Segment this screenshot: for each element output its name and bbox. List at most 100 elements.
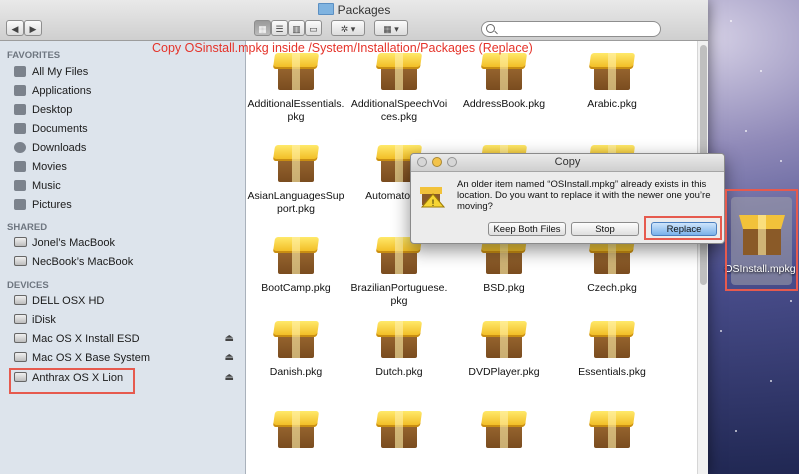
coverflow-view-button[interactable]: ▭ — [305, 20, 322, 36]
column-view-button[interactable]: ▥ — [288, 20, 305, 36]
dialog-message: An older item named “OSInstall.mpkg” alr… — [457, 179, 711, 212]
search-input[interactable] — [481, 21, 661, 37]
favorites-header: FAVORITES — [7, 50, 61, 61]
sidebar-item-necbooks-macbook[interactable]: NecBook’s MacBook — [14, 253, 240, 271]
sidebar-item-jonels-macbook[interactable]: Jonel’s MacBook — [14, 234, 240, 252]
package-icon — [588, 51, 636, 91]
file-item[interactable]: Dutch.pkg — [349, 319, 449, 379]
keep-both-files-button[interactable]: Keep Both Files — [488, 222, 566, 236]
package-icon — [480, 319, 528, 359]
title-bar: Packages ◀ ▶ ▦ ☰ ▥ ▭ ✲ ▾ ▦ ▾ — [0, 0, 708, 41]
minimize-button[interactable] — [432, 157, 442, 167]
sidebar-item-movies[interactable]: Movies — [14, 158, 240, 176]
action-menu-button[interactable]: ✲ ▾ — [331, 20, 365, 36]
music-icon — [14, 180, 26, 191]
file-item[interactable] — [246, 409, 346, 456]
stop-button[interactable]: Stop — [571, 222, 639, 236]
file-item[interactable] — [454, 409, 554, 456]
svg-text:!: ! — [432, 198, 435, 208]
sidebar-item-idisk[interactable]: iDisk — [14, 311, 240, 329]
package-icon — [272, 319, 320, 359]
file-name: AsianLanguagesSupport.pkg — [247, 190, 345, 215]
downloads-icon — [14, 142, 26, 153]
file-name: Arabic.pkg — [587, 98, 637, 110]
folder-icon — [317, 3, 334, 15]
file-item[interactable]: DVDPlayer.pkg — [454, 319, 554, 379]
file-name: Dutch.pkg — [375, 366, 423, 378]
file-name: Essentials.pkg — [578, 366, 646, 378]
package-icon — [480, 409, 528, 449]
eject-icon[interactable]: ⏏ — [225, 330, 234, 348]
sidebar-item-dell-osx-hd[interactable]: DELL OSX HD — [14, 292, 240, 310]
package-icon — [272, 235, 320, 275]
shared-header: SHARED — [7, 222, 48, 233]
sidebar-item-applications[interactable]: Applications — [14, 82, 240, 100]
file-item[interactable]: Czech.pkg — [562, 235, 662, 295]
pictures-icon — [14, 199, 26, 210]
devices-header: DEVICES — [7, 280, 49, 291]
computer-icon — [14, 256, 27, 266]
warning-package-icon: ! — [419, 182, 446, 208]
list-view-button[interactable]: ☰ — [271, 20, 288, 36]
file-name: Danish.pkg — [269, 366, 323, 378]
eject-icon[interactable]: ⏏ — [225, 349, 234, 367]
arrange-menu-button[interactable]: ▦ ▾ — [374, 20, 408, 36]
package-icon — [375, 409, 423, 449]
file-name: BrazilianPortuguese.pkg — [350, 282, 448, 307]
highlight-anthrax-drive — [9, 368, 135, 394]
package-icon — [588, 319, 636, 359]
file-name: BootCamp.pkg — [261, 282, 331, 294]
icon-view-button[interactable]: ▦ — [254, 20, 271, 36]
sidebar-item-mac-os-x-base-system[interactable]: Mac OS X Base System ⏏ — [14, 349, 240, 367]
file-item[interactable]: AddressBook.pkg — [454, 51, 554, 111]
file-item[interactable]: Danish.pkg — [246, 319, 346, 379]
dialog-title: Copy — [554, 156, 581, 168]
file-item[interactable]: Arabic.pkg — [562, 51, 662, 111]
instruction-annotation: Copy OSinstall.mpkg inside /System/Insta… — [152, 41, 533, 55]
package-icon — [480, 51, 528, 91]
sidebar-item-desktop[interactable]: Desktop — [14, 101, 240, 119]
file-item[interactable]: BootCamp.pkg — [246, 235, 346, 295]
documents-icon — [14, 123, 26, 134]
hard-drive-icon — [14, 295, 27, 305]
file-item[interactable] — [349, 409, 449, 456]
file-item[interactable]: AdditionalSpeechVoices.pkg — [349, 51, 449, 124]
zoom-button[interactable] — [447, 157, 457, 167]
file-name: DVDPlayer.pkg — [468, 366, 540, 378]
eject-icon[interactable]: ⏏ — [225, 369, 234, 387]
disk-image-icon — [14, 352, 27, 362]
applications-icon — [14, 85, 26, 96]
sidebar: FAVORITES All My Files Applications Desk… — [0, 41, 246, 474]
sidebar-item-documents[interactable]: Documents — [14, 120, 240, 138]
file-item[interactable]: BrazilianPortuguese.pkg — [349, 235, 449, 308]
idisk-icon — [14, 314, 27, 324]
file-grid: AdditionalEssentials.pkg AdditionalSpeech… — [246, 41, 696, 474]
package-icon — [375, 319, 423, 359]
file-name: AdditionalSpeechVoices.pkg — [350, 98, 448, 123]
file-item[interactable] — [562, 409, 662, 456]
sidebar-item-pictures[interactable]: Pictures — [14, 196, 240, 214]
file-item[interactable]: BSD.pkg — [454, 235, 554, 295]
dialog-title-bar: Copy — [411, 154, 724, 172]
search-icon — [486, 24, 495, 33]
file-item[interactable]: AsianLanguagesSupport.pkg — [246, 143, 346, 216]
highlight-dragged-item — [725, 189, 798, 291]
sidebar-item-all-my-files[interactable]: All My Files — [14, 63, 240, 81]
sidebar-item-music[interactable]: Music — [14, 177, 240, 195]
disk-image-icon — [14, 333, 27, 343]
file-item[interactable]: AdditionalEssentials.pkg — [246, 51, 346, 124]
forward-button[interactable]: ▶ — [24, 20, 42, 36]
file-name: AdditionalEssentials.pkg — [247, 98, 345, 123]
sidebar-item-downloads[interactable]: Downloads — [14, 139, 240, 157]
close-button[interactable] — [417, 157, 427, 167]
package-icon — [588, 409, 636, 449]
vertical-scrollbar[interactable] — [697, 41, 708, 474]
back-button[interactable]: ◀ — [6, 20, 24, 36]
file-item[interactable]: Essentials.pkg — [562, 319, 662, 379]
package-icon — [272, 51, 320, 91]
sidebar-item-mac-os-x-install-esd[interactable]: Mac OS X Install ESD ⏏ — [14, 330, 240, 348]
highlight-replace-button — [644, 216, 722, 240]
computer-icon — [14, 237, 27, 247]
file-name: AddressBook.pkg — [462, 98, 546, 110]
all-files-icon — [14, 66, 26, 77]
